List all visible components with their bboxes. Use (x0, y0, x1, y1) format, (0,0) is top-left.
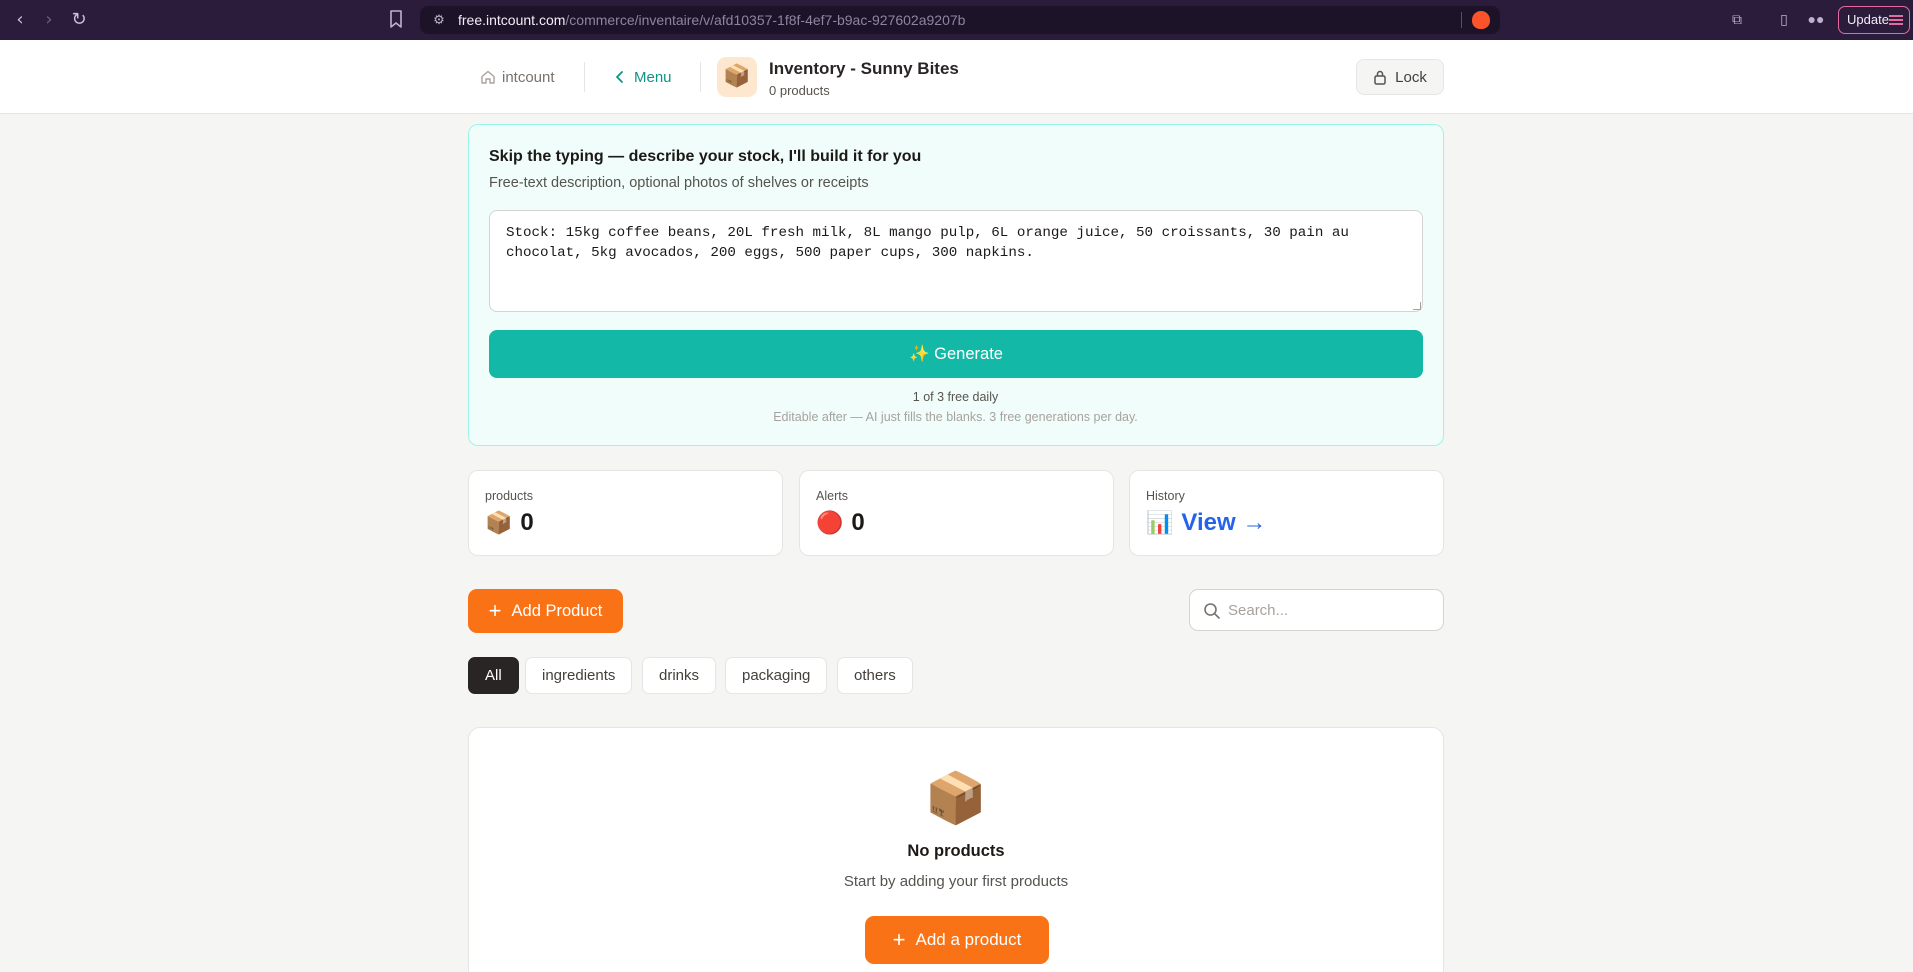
add-first-product-button[interactable]: + Add a product (865, 916, 1049, 964)
url-divider (1461, 12, 1462, 28)
empty-state-card: 📦 No products Start by adding your first… (468, 727, 1444, 972)
screenshot-icon[interactable]: ⧉ (1727, 10, 1747, 28)
wallet-icon[interactable]: ●● (1806, 10, 1826, 28)
address-bar[interactable]: ⚙ free.intcount.com/commerce/inventaire/… (420, 6, 1500, 34)
generate-button[interactable]: ✨ Generate (489, 330, 1423, 378)
stock-description-input[interactable]: Stock: 15kg coffee beans, 20L fresh milk… (489, 210, 1423, 312)
filter-chip-others[interactable]: others (837, 657, 913, 694)
filter-chip-packaging[interactable]: packaging (725, 657, 828, 694)
filter-chip-ingredients[interactable]: ingredients (525, 657, 633, 694)
product-count: 0 products (769, 83, 830, 98)
plus-icon: + (488, 598, 502, 623)
search-field[interactable] (1189, 589, 1444, 631)
generation-quota: 1 of 3 free daily (912, 390, 999, 404)
sidebar-toggle-icon[interactable]: ▯ (1774, 10, 1794, 28)
header-divider (700, 62, 701, 92)
add-product-button[interactable]: + Add Product (468, 589, 623, 633)
empty-state-subtitle: Start by adding your first products (843, 873, 1069, 890)
brave-shield-icon[interactable] (1472, 11, 1490, 29)
chevron-left-icon (616, 71, 623, 83)
stat-card-products: products 📦 0 (468, 470, 783, 556)
app-header: intcount Menu 📦 Inventory - Sunny Bites … (0, 40, 1913, 114)
filter-chip-drinks[interactable]: drinks (642, 657, 717, 694)
url-text[interactable]: free.intcount.com/commerce/inventaire/v/… (458, 12, 965, 28)
bookmark-icon[interactable] (388, 9, 404, 29)
page-title: Inventory - Sunny Bites (769, 59, 959, 78)
filter-chip-all[interactable]: All (468, 657, 519, 694)
plus-icon: + (892, 927, 906, 952)
add-product-label: Add Product (511, 601, 603, 620)
alerts-count: 0 (851, 509, 865, 536)
red-circle-icon: 🔴 (816, 510, 844, 536)
home-link[interactable]: intcount (480, 66, 555, 88)
stat-label: products (485, 489, 533, 503)
site-settings-icon[interactable]: ⚙ (430, 11, 448, 29)
home-label: intcount (502, 68, 555, 86)
forward-arrow-icon[interactable]: › (38, 9, 60, 31)
package-icon: 📦 (924, 769, 988, 827)
bar-chart-icon: 📊 (1146, 510, 1174, 536)
package-icon: 📦 (717, 57, 757, 97)
stat-value[interactable]: 📊 View → (1146, 509, 1266, 537)
history-view-link[interactable]: View → (1181, 509, 1266, 537)
browser-toolbar: ‹ › ↻ ⚙ free.intcount.com/commerce/inven… (0, 0, 1913, 40)
stat-value: 🔴 0 (816, 509, 865, 537)
products-count: 0 (520, 509, 534, 536)
stat-label: History (1146, 489, 1185, 503)
search-input[interactable] (1228, 591, 1433, 629)
textarea-resize-handle[interactable] (1413, 302, 1421, 310)
menu-label: Menu (634, 68, 672, 86)
header-divider (584, 62, 585, 92)
generation-note: Editable after — AI just fills the blank… (773, 410, 1138, 424)
home-icon (481, 70, 495, 84)
ai-card-title: Skip the typing — describe your stock, I… (489, 148, 922, 165)
lock-label: Lock (1395, 68, 1427, 86)
back-arrow-icon[interactable]: ‹ (9, 9, 31, 31)
package-icon: 📦 (485, 510, 513, 536)
stat-card-history[interactable]: History 📊 View → (1129, 470, 1444, 556)
stat-label: Alerts (816, 489, 848, 503)
search-icon (1204, 603, 1220, 619)
reload-icon[interactable]: ↻ (68, 9, 90, 31)
lock-icon (1374, 70, 1386, 85)
empty-state-title: No products (907, 842, 1005, 860)
update-button[interactable]: Update (1838, 6, 1910, 34)
stat-value: 📦 0 (485, 509, 534, 537)
add-first-product-label: Add a product (915, 930, 1022, 949)
ai-card-subtitle: Free-text description, optional photos o… (489, 175, 869, 191)
stat-card-alerts: Alerts 🔴 0 (799, 470, 1114, 556)
menu-link[interactable]: Menu (614, 66, 672, 88)
hamburger-menu-icon[interactable] (1889, 15, 1903, 25)
ai-generator-card: Skip the typing — describe your stock, I… (468, 124, 1444, 446)
lock-button[interactable]: Lock (1356, 59, 1444, 95)
